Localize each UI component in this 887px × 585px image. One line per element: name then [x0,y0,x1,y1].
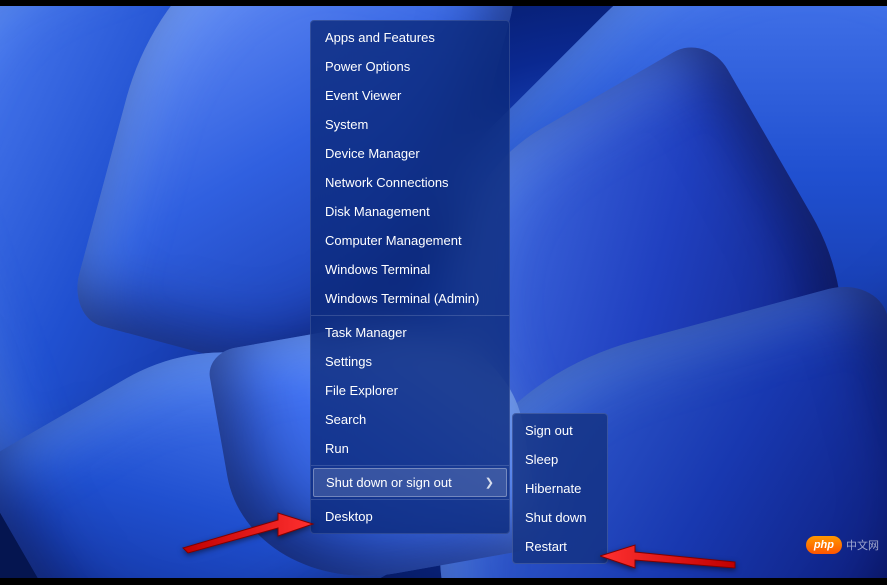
menu-label: Settings [325,354,372,369]
menu-label: Shut down or sign out [326,475,452,490]
submenu-item-hibernate[interactable]: Hibernate [513,474,607,503]
menu-label: Sleep [525,452,558,467]
submenu-chevron-icon: ❯ [485,476,494,489]
submenu-item-signout[interactable]: Sign out [513,416,607,445]
menu-item-device-manager[interactable]: Device Manager [311,139,509,168]
letterbox-bottom [0,578,887,584]
menu-label: Apps and Features [325,30,435,45]
menu-label: Sign out [525,423,573,438]
menu-item-windows-terminal[interactable]: Windows Terminal [311,255,509,284]
menu-item-computer-management[interactable]: Computer Management [311,226,509,255]
shutdown-submenu: Sign out Sleep Hibernate Shut down Resta… [512,413,608,564]
menu-label: Restart [525,539,567,554]
menu-item-system[interactable]: System [311,110,509,139]
submenu-item-restart[interactable]: Restart [513,532,607,561]
menu-separator [311,315,509,316]
menu-item-run[interactable]: Run [311,434,509,463]
menu-label: File Explorer [325,383,398,398]
menu-label: Event Viewer [325,88,401,103]
menu-item-settings[interactable]: Settings [311,347,509,376]
menu-item-desktop[interactable]: Desktop [311,502,509,531]
watermark-text: 中文网 [846,537,879,553]
menu-label: System [325,117,368,132]
menu-item-power-options[interactable]: Power Options [311,52,509,81]
menu-label: Hibernate [525,481,581,496]
menu-label: Windows Terminal [325,262,430,277]
menu-item-windows-terminal-admin[interactable]: Windows Terminal (Admin) [311,284,509,313]
watermark-logo: php [806,536,842,554]
submenu-item-shutdown[interactable]: Shut down [513,503,607,532]
menu-label: Shut down [525,510,586,525]
menu-item-search[interactable]: Search [311,405,509,434]
winx-context-menu: Apps and Features Power Options Event Vi… [310,20,510,534]
watermark: php 中文网 [806,536,879,554]
menu-label: Desktop [325,509,373,524]
menu-label: Disk Management [325,204,430,219]
menu-label: Computer Management [325,233,462,248]
menu-label: Network Connections [325,175,449,190]
menu-item-shutdown-signout[interactable]: Shut down or sign out ❯ [313,468,507,497]
menu-item-file-explorer[interactable]: File Explorer [311,376,509,405]
menu-item-disk-management[interactable]: Disk Management [311,197,509,226]
submenu-item-sleep[interactable]: Sleep [513,445,607,474]
menu-label: Search [325,412,366,427]
menu-label: Windows Terminal (Admin) [325,291,479,306]
menu-label: Power Options [325,59,410,74]
letterbox-top [0,0,887,6]
menu-item-task-manager[interactable]: Task Manager [311,318,509,347]
menu-label: Run [325,441,349,456]
menu-separator [311,465,509,466]
menu-item-apps-and-features[interactable]: Apps and Features [311,23,509,52]
menu-separator [311,499,509,500]
menu-label: Task Manager [325,325,407,340]
menu-item-event-viewer[interactable]: Event Viewer [311,81,509,110]
menu-label: Device Manager [325,146,420,161]
menu-item-network-connections[interactable]: Network Connections [311,168,509,197]
